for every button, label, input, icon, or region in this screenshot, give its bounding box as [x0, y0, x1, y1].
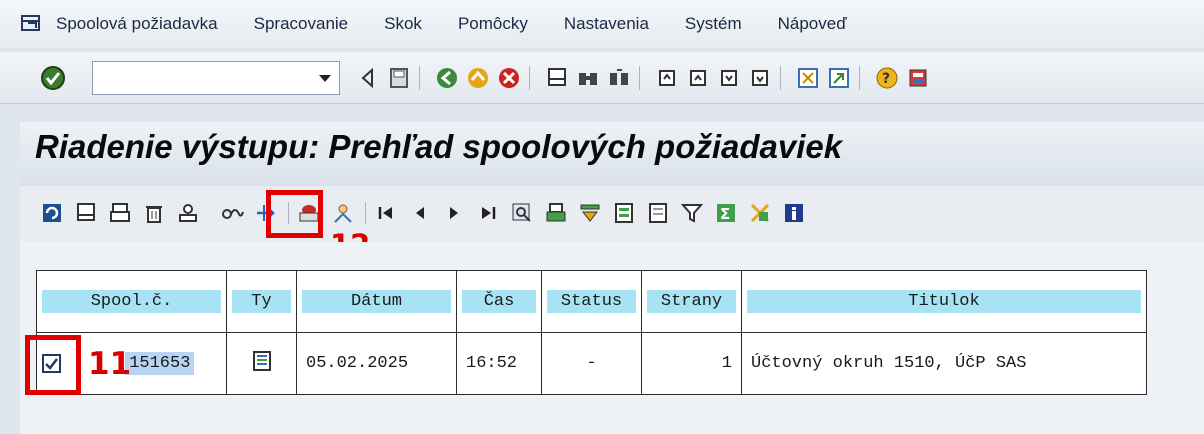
save-icon[interactable]	[387, 66, 411, 90]
shortcut-icon[interactable]	[827, 66, 851, 90]
enter-check-icon[interactable]	[40, 65, 66, 91]
window-menu-icon[interactable]	[20, 14, 42, 34]
dropdown-arrow-icon[interactable]	[319, 74, 331, 82]
receiver-icon[interactable]	[331, 201, 355, 225]
next-item-icon[interactable]	[442, 201, 466, 225]
delete-icon[interactable]	[142, 201, 166, 225]
display-contents-icon[interactable]	[74, 201, 98, 225]
table-row[interactable]: 151653 05.02.2025 16:52 - 1 Účtovný okru…	[36, 332, 1147, 395]
column-header-status[interactable]: Status	[547, 290, 636, 313]
column-header-time[interactable]: Čas	[462, 290, 536, 313]
find-icon[interactable]	[576, 66, 600, 90]
previous-page-icon[interactable]	[686, 66, 710, 90]
document-type-icon[interactable]	[252, 350, 272, 378]
information-icon[interactable]	[782, 201, 806, 225]
separator	[365, 202, 366, 224]
menu-settings[interactable]: Nastavenia	[564, 14, 649, 34]
standard-toolbar: ?	[0, 52, 1204, 104]
highlight-box-12	[266, 190, 323, 238]
select-layout-icon[interactable]	[612, 201, 636, 225]
menu-processing[interactable]: Spracovanie	[254, 14, 349, 34]
menu-tools[interactable]: Pomôcky	[458, 14, 528, 34]
application-toolbar-icons: Σ	[40, 198, 816, 228]
create-session-icon[interactable]	[796, 66, 820, 90]
last-page-icon[interactable]	[748, 66, 772, 90]
print-list-icon[interactable]	[544, 201, 568, 225]
sort-icon[interactable]	[578, 201, 602, 225]
subtotal-icon[interactable]	[748, 201, 772, 225]
next-page-icon[interactable]	[717, 66, 741, 90]
menu-bar: Spoolová požiadavka Spracovanie Skok Pom…	[0, 0, 1204, 48]
first-page-icon[interactable]	[655, 66, 679, 90]
change-layout-icon[interactable]	[646, 201, 670, 225]
menu-help[interactable]: Nápoveď	[778, 14, 847, 34]
separator	[780, 65, 781, 90]
separator	[529, 65, 530, 90]
command-field[interactable]	[92, 60, 340, 95]
menu-system[interactable]: Systém	[685, 14, 742, 34]
print-icon[interactable]	[545, 66, 569, 90]
print-directly-icon[interactable]	[108, 201, 132, 225]
last-item-icon[interactable]	[476, 201, 500, 225]
previous-item-icon[interactable]	[408, 201, 432, 225]
status-cell: -	[547, 352, 636, 375]
date-cell: 05.02.2025	[302, 352, 451, 375]
annotation-label-11: 11	[88, 346, 132, 382]
first-item-icon[interactable]	[374, 201, 398, 225]
title-cell: Účtovný okruh 1510, ÚčP SAS	[747, 352, 1141, 375]
details-icon[interactable]	[510, 201, 534, 225]
svg-text:Σ: Σ	[720, 205, 730, 223]
back-arrow-icon[interactable]	[356, 66, 380, 90]
find-next-icon[interactable]	[607, 66, 631, 90]
layout-menu-icon[interactable]	[906, 66, 930, 90]
time-cell: 16:52	[462, 352, 536, 375]
menu-goto[interactable]: Skok	[384, 14, 422, 34]
table-header-row: Spool.č. Ty Dátum Čas Status Strany Titu…	[36, 270, 1147, 333]
column-header-date[interactable]: Dátum	[302, 290, 451, 313]
spool-requests-table: Spool.č. Ty Dátum Čas Status Strany Titu…	[36, 270, 1147, 395]
refresh-icon[interactable]	[40, 201, 64, 225]
separator	[639, 65, 640, 90]
column-header-title[interactable]: Titulok	[747, 290, 1141, 313]
column-header-spool-number[interactable]: Spool.č.	[42, 290, 221, 313]
separator	[419, 65, 420, 90]
menu-spool-request[interactable]: Spoolová požiadavka	[56, 14, 218, 34]
spool-number-cell[interactable]: 151653	[125, 352, 195, 376]
separator	[859, 65, 860, 90]
page-title: Riadenie výstupu: Prehľad spoolových pož…	[35, 128, 843, 165]
back-icon[interactable]	[435, 66, 459, 90]
highlight-box-11	[25, 335, 81, 395]
filter-icon[interactable]	[680, 201, 704, 225]
output-control-icon[interactable]	[220, 201, 244, 225]
column-header-type[interactable]: Ty	[232, 290, 291, 313]
exit-icon[interactable]	[466, 66, 490, 90]
pages-cell: 1	[647, 352, 736, 375]
total-sum-icon[interactable]: Σ	[714, 201, 738, 225]
help-icon[interactable]: ?	[875, 66, 899, 90]
output-request-icon[interactable]	[176, 201, 200, 225]
svg-text:?: ?	[882, 71, 890, 87]
column-header-pages[interactable]: Strany	[647, 290, 736, 313]
cancel-icon[interactable]	[497, 66, 521, 90]
